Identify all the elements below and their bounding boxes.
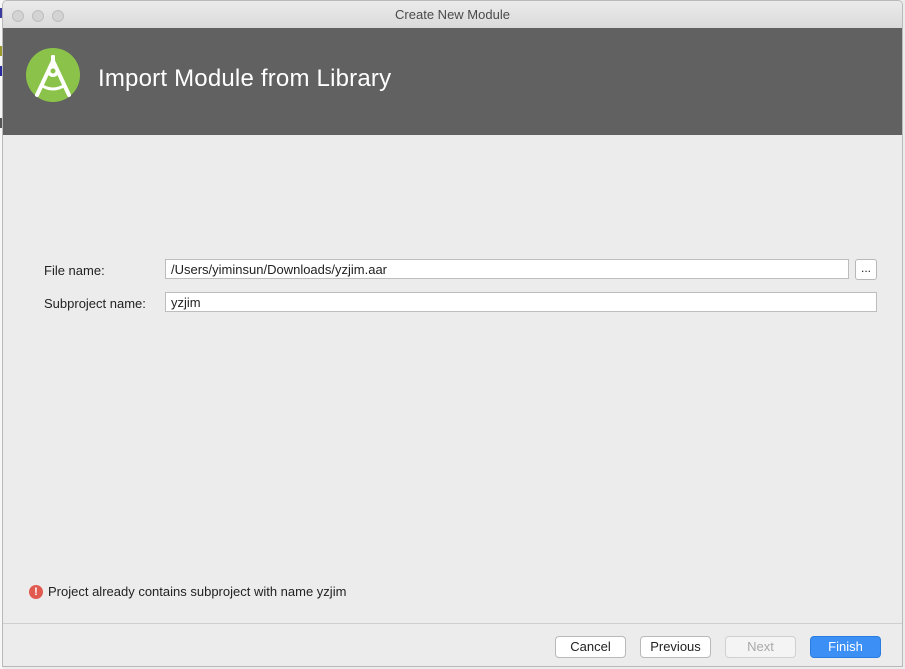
previous-button[interactable]: Previous bbox=[640, 636, 711, 658]
android-studio-icon bbox=[26, 48, 80, 102]
file-name-label: File name: bbox=[44, 263, 105, 278]
cancel-button[interactable]: Cancel bbox=[555, 636, 626, 658]
window-title: Create New Module bbox=[395, 7, 510, 22]
subproject-name-label: Subproject name: bbox=[44, 296, 146, 311]
error-icon: ! bbox=[29, 585, 43, 599]
file-name-field[interactable] bbox=[165, 259, 849, 279]
subproject-name-field[interactable] bbox=[165, 292, 877, 312]
browse-button[interactable]: ... bbox=[855, 259, 877, 280]
error-message: Project already contains subproject with… bbox=[48, 584, 347, 599]
wizard-header: Import Module from Library bbox=[3, 28, 902, 135]
next-button[interactable]: Next bbox=[725, 636, 796, 658]
wizard-title: Import Module from Library bbox=[98, 65, 392, 92]
wizard-footer: Cancel Previous Next Finish bbox=[3, 623, 902, 666]
finish-button[interactable]: Finish bbox=[810, 636, 881, 658]
title-bar[interactable]: Create New Module bbox=[3, 1, 902, 29]
create-new-module-dialog: Create New Module Import Module from Lib… bbox=[2, 0, 903, 667]
